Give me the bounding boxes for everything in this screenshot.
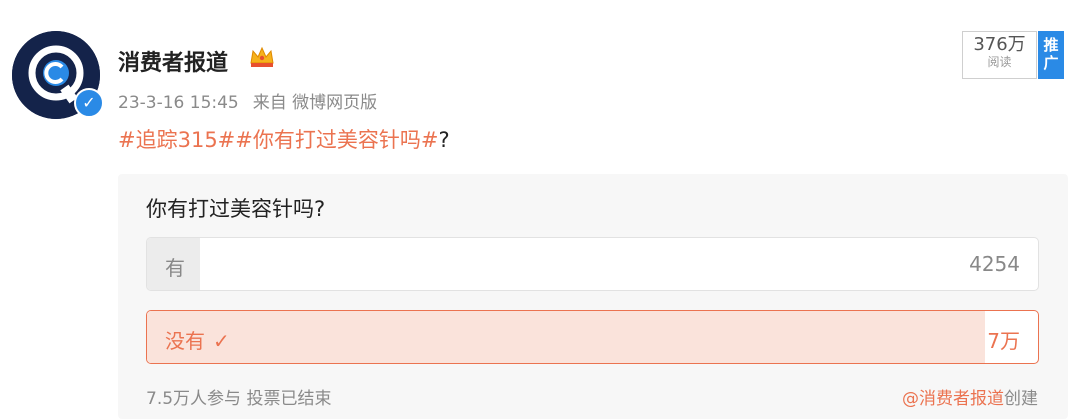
topic-link-2[interactable]: #你有打过美容针吗# [235, 128, 438, 152]
poll-creator-link[interactable]: @消费者报道 [902, 389, 1004, 409]
poll-option-no-count: 7万 [987, 329, 1020, 353]
promote-button[interactable]: 推广 [1038, 31, 1064, 79]
poll-option-no-label: 没有 [165, 329, 205, 353]
poll-footer: 7.5万人参与 投票已结束 [146, 384, 331, 409]
poll-option-no-bar [147, 311, 985, 363]
post-text-tail: ? [438, 128, 450, 152]
post-source: 来自 微博网页版 [252, 93, 378, 113]
read-count: 376万 [973, 34, 1026, 55]
author-name[interactable]: 消费者报道 [118, 45, 228, 77]
read-count-label: 阅读 [987, 55, 1012, 69]
verified-badge-icon: ✓ [74, 88, 104, 118]
poll-card: 你有打过美容针吗? 有 4254 没有 ✓ 7万 7.5万人参与 投票已结束 @消… [118, 174, 1068, 419]
poll-option-yes[interactable]: 有 4254 [146, 237, 1039, 291]
poll-creator: @消费者报道创建 [902, 384, 1038, 409]
poll-creator-suffix: 创建 [1004, 389, 1038, 409]
read-count-box: 376万 阅读 [962, 31, 1037, 79]
post-timestamp[interactable]: 23-3-16 15:45 [118, 93, 239, 113]
poll-participants: 7.5万人参与 [146, 389, 242, 409]
poll-option-yes-label: 有 [165, 256, 185, 280]
post-meta: 23-3-16 15:45 来自 微博网页版 [118, 88, 391, 113]
poll-option-yes-count: 4254 [969, 252, 1020, 276]
poll-question: 你有打过美容针吗? [146, 197, 326, 221]
checkmark-icon: ✓ [213, 329, 230, 353]
post-text: #追踪315##你有打过美容针吗#? [118, 124, 450, 154]
poll-option-no-text: 没有 ✓ [165, 325, 230, 354]
poll-status: 投票已结束 [246, 389, 332, 409]
poll-option-no[interactable]: 没有 ✓ 7万 [146, 310, 1039, 364]
topic-link-1[interactable]: #追踪315# [118, 128, 235, 152]
crown-icon[interactable] [248, 44, 276, 70]
